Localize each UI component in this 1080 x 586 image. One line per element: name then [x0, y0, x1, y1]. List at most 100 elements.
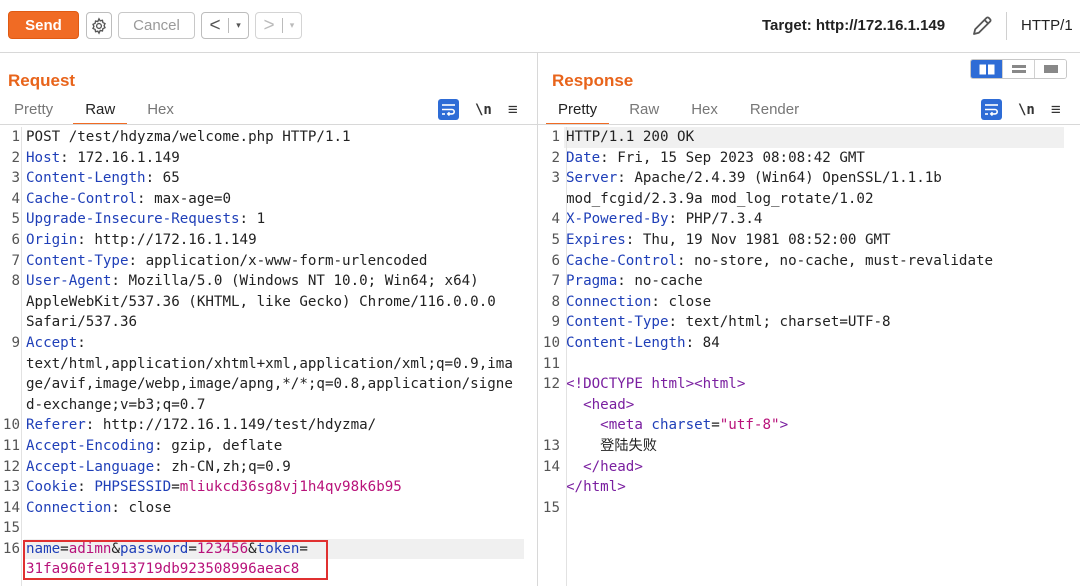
request-wrap-lines-button[interactable] [438, 99, 459, 120]
code-line: 9 Accept: [2, 333, 532, 354]
response-wrap-lines-button[interactable] [981, 99, 1002, 120]
code-token: : Thu, 19 Nov 1981 08:52:00 GMT [625, 231, 891, 248]
code-token: : 65 [145, 170, 180, 187]
line-text: Cookie: PHPSESSID=mliukcd36sg8vj1h4qv98k… [26, 477, 402, 498]
line-text: Safari/537.36 [26, 312, 137, 333]
wrap-lines-icon [985, 104, 998, 116]
code-line: 13 Cookie: PHPSESSID=mliukcd36sg8vj1h4qv9… [2, 477, 532, 498]
code-token: Connection [26, 499, 112, 516]
code-token: POST /test/hdyzma/welcome.php HTTP/1.1 [26, 129, 351, 145]
code-token: Accept-Language [26, 458, 155, 475]
code-token: Host [26, 149, 61, 166]
code-line: 12 Accept-Language: zh-CN,zh;q=0.9 [2, 457, 532, 478]
code-token: Cache-Control [26, 190, 138, 207]
code-token: mliukcd36sg8vj1h4qv98k6b95 [179, 479, 402, 496]
code-token: </head> [583, 458, 643, 475]
cancel-button[interactable]: Cancel [118, 12, 195, 39]
edit-target-button[interactable] [969, 13, 995, 39]
line-text: <meta charset="utf-8"> [566, 415, 788, 436]
line-number: 8 [11, 273, 20, 290]
request-editor[interactable]: 1 POST /test/hdyzma/welcome.php HTTP/1.1 2… [2, 127, 532, 580]
line-text: Server: Apache/2.4.39 (Win64) OpenSSL/1.… [566, 168, 942, 189]
request-tab-pretty[interactable]: Pretty [14, 99, 53, 123]
history-back-dropdown[interactable]: ▾ [229, 20, 248, 31]
layout-stacked-button[interactable] [1002, 60, 1034, 78]
line-text: Content-Type: application/x-www-form-url… [26, 251, 427, 272]
code-token: : 172.16.1.149 [60, 149, 180, 166]
code-token: : http://172.16.1.149/test/hdyzma/ [85, 417, 377, 434]
layout-side-by-side-button[interactable] [971, 60, 1002, 78]
send-button[interactable]: Send [8, 11, 79, 39]
layout-toggle [970, 59, 1067, 79]
code-token: : 1 [239, 211, 266, 228]
code-line: 11 Accept-Encoding: gzip, deflate [2, 436, 532, 457]
code-token: X-Powered-By [566, 211, 669, 228]
code-token: : gzip, deflate [154, 437, 283, 454]
code-line: 7 Pragma: no-cache [542, 271, 1072, 292]
code-line: 7 Content-Type: application/x-www-form-ur… [2, 251, 532, 272]
code-line: mod_fcgid/2.3.9a mod_log_rotate/1.02 [542, 189, 1072, 210]
response-tab-hex[interactable]: Hex [691, 99, 718, 123]
history-back-button[interactable]: < [202, 13, 228, 38]
request-menu-button[interactable]: ≡ [508, 100, 518, 120]
code-token: : Fri, 15 Sep 2023 08:08:42 GMT [600, 149, 865, 166]
code-token: : Mozilla/5.0 (Windows NT 10.0; Win64; x… [111, 273, 479, 290]
code-token: User-Agent [26, 273, 112, 290]
response-tab-render[interactable]: Render [750, 99, 799, 123]
response-menu-button[interactable]: ≡ [1051, 100, 1061, 120]
line-text: </head> [566, 457, 643, 478]
code-line: 4 X-Powered-By: PHP/7.3.4 [542, 209, 1072, 230]
code-token: mod_fcgid/2.3.9a mod_log_rotate/1.02 [566, 190, 874, 207]
response-tab-raw[interactable]: Raw [629, 99, 659, 123]
line-text: d-exchange;v=b3;q=0.7 [26, 395, 205, 416]
code-token: Upgrade-Insecure-Requests [26, 211, 240, 228]
code-line: 13 登陆失败 [542, 436, 1072, 457]
target-label: Target: http://172.16.1.149 [762, 17, 946, 34]
code-line: 6 Origin: http://172.16.1.149 [2, 230, 532, 251]
line-number: 5 [11, 211, 20, 228]
line-text: POST /test/hdyzma/welcome.php HTTP/1.1 [26, 127, 351, 148]
code-token: HTTP/1.1 200 OK [566, 129, 695, 145]
request-panel: Request Pretty Raw Hex \n ≡ 1 POST /test/… [0, 53, 537, 586]
line-text: text/html,application/xhtml+xml,applicat… [26, 354, 513, 375]
settings-button[interactable] [86, 12, 112, 39]
code-token: > [779, 417, 789, 434]
line-number: 12 [542, 376, 560, 393]
code-token: : close [111, 499, 172, 516]
code-token: "utf-8" [719, 417, 780, 434]
columns-icon [979, 64, 994, 74]
request-tab-raw[interactable]: Raw [73, 99, 128, 125]
http-version-toggle[interactable]: HTTP/1 [1021, 17, 1073, 34]
code-token: = [171, 479, 180, 496]
request-tab-hex[interactable]: Hex [147, 99, 174, 123]
code-line: 15 [2, 518, 532, 539]
line-number: 14 [542, 458, 560, 475]
response-editor[interactable]: 1 HTTP/1.1 200 OK 2 Date: Fri, 15 Sep 2023 … [542, 127, 1072, 518]
line-number: 3 [11, 170, 20, 187]
code-line: </html> [542, 477, 1072, 498]
line-text: Content-Length: 65 [26, 168, 180, 189]
history-forward-button[interactable]: > [256, 13, 282, 38]
response-title: Response [552, 71, 634, 90]
gear-icon [92, 16, 106, 35]
code-line: ge/avif,image/webp,image/apng,*/*;q=0.8,… [2, 374, 532, 395]
code-token: : text/html; charset=UTF-8 [668, 314, 891, 331]
line-number: 7 [11, 252, 20, 269]
request-show-newlines-button[interactable]: \n [475, 102, 492, 118]
response-show-newlines-button[interactable]: \n [1018, 102, 1035, 118]
response-tab-pretty[interactable]: Pretty [546, 99, 610, 125]
line-text: Date: Fri, 15 Sep 2023 08:08:42 GMT [566, 148, 865, 169]
line-number: 9 [551, 314, 560, 331]
code-token: : no-cache [617, 273, 703, 290]
code-line: 12 <!DOCTYPE html><html> [542, 374, 1072, 395]
layout-single-button[interactable] [1034, 60, 1066, 78]
history-forward-dropdown[interactable]: ▾ [283, 20, 301, 31]
code-line: <meta charset="utf-8"> [542, 415, 1072, 436]
code-line: 15 [542, 498, 1072, 519]
code-line: 4 Cache-Control: max-age=0 [2, 189, 532, 210]
code-line: 2 Host: 172.16.1.149 [2, 148, 532, 169]
response-panel: Response Pretty Raw Hex Render \n ≡ 1 HTT… [538, 53, 1080, 586]
code-line: d-exchange;v=b3;q=0.7 [2, 395, 532, 416]
